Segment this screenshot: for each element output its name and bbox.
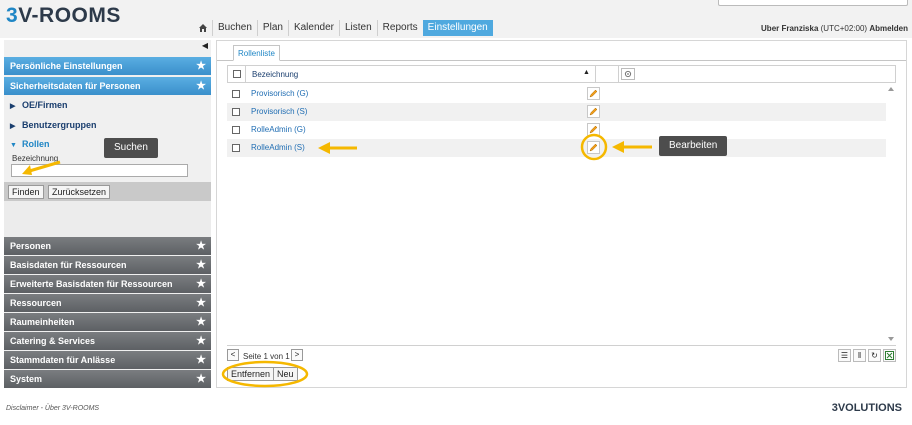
- section-ressourcen[interactable]: Ressourcen ★: [4, 294, 211, 312]
- star-icon[interactable]: ★: [196, 332, 206, 350]
- table-row[interactable]: Provisorisch (G): [227, 85, 886, 103]
- table-scrollbar[interactable]: [887, 85, 895, 345]
- user-name: Uber Franziska: [761, 24, 819, 33]
- callout-search: Suchen: [104, 138, 158, 158]
- star-icon[interactable]: ★: [196, 370, 206, 388]
- list-view-icon[interactable]: ☰: [838, 349, 851, 362]
- sidebar: ◀ Persönliche Einstellungen ★ Sicherheits…: [4, 40, 211, 388]
- table-header: Bezeichnung ▲: [227, 65, 896, 83]
- remove-button[interactable]: Entfernen: [227, 367, 275, 381]
- star-icon[interactable]: ★: [196, 57, 206, 75]
- app-logo: 3V-ROOMS: [6, 4, 121, 27]
- row-label[interactable]: Provisorisch (G): [251, 89, 308, 98]
- home-icon[interactable]: [194, 20, 212, 36]
- edit-pencil-icon[interactable]: [587, 123, 600, 136]
- filter-button-bar: Finden Zurücksetzen: [4, 182, 211, 201]
- nav-einstellungen[interactable]: Einstellungen: [422, 20, 493, 36]
- company-logo: 3VOLUTIONS: [831, 402, 902, 414]
- export-excel-icon[interactable]: [883, 349, 896, 362]
- user-timezone: (UTC+02:00): [820, 24, 868, 33]
- row-checkbox[interactable]: [232, 144, 240, 152]
- section-persoenliche-einstellungen[interactable]: Persönliche Einstellungen ★: [4, 57, 211, 75]
- logout-link[interactable]: Abmelden: [869, 24, 908, 33]
- reset-button[interactable]: Zurücksetzen: [48, 185, 111, 199]
- section-raumeinheiten[interactable]: Raumeinheiten ★: [4, 313, 211, 331]
- prev-page-button[interactable]: <: [227, 349, 239, 361]
- tab-rollenliste[interactable]: Rollenliste: [233, 45, 280, 61]
- section-stammdaten[interactable]: Stammdaten für Anlässe ★: [4, 351, 211, 369]
- nav-plan[interactable]: Plan: [256, 20, 288, 36]
- next-page-button[interactable]: >: [291, 349, 303, 361]
- row-label[interactable]: RolleAdmin (G): [251, 125, 306, 134]
- star-icon[interactable]: ★: [196, 77, 206, 95]
- edit-pencil-icon[interactable]: [587, 87, 600, 100]
- star-icon[interactable]: ★: [196, 237, 206, 255]
- columns-icon[interactable]: ‖: [853, 349, 866, 362]
- star-icon[interactable]: ★: [196, 256, 206, 274]
- row-checkbox[interactable]: [232, 126, 240, 134]
- select-all-checkbox[interactable]: [233, 70, 241, 78]
- star-icon[interactable]: ★: [196, 351, 206, 369]
- user-info: Uber Franziska (UTC+02:00) Abmelden: [761, 24, 908, 33]
- table-row[interactable]: Provisorisch (S): [227, 103, 886, 121]
- nav-listen[interactable]: Listen: [338, 20, 377, 36]
- chevron-right-icon: ▶: [10, 103, 16, 110]
- sidebar-item-benutzergruppen[interactable]: ▶ Benutzergruppen: [10, 120, 97, 130]
- star-icon[interactable]: ★: [196, 313, 206, 331]
- top-bar: 3V-ROOMS Buchen Plan Kalender Listen Rep…: [0, 0, 912, 38]
- table-row[interactable]: RolleAdmin (G): [227, 121, 886, 139]
- footer-links[interactable]: Disclaimer - Über 3V-ROOMS: [6, 405, 99, 412]
- main-panel: Rollenliste Bezeichnung ▲ Provisorisch (…: [216, 40, 907, 388]
- chevron-down-icon: ▼: [10, 142, 17, 149]
- edit-pencil-icon[interactable]: [587, 141, 600, 154]
- star-icon[interactable]: ★: [196, 294, 206, 312]
- pager: < Seite 1 von 1 > ☰ ‖ ↻: [227, 349, 896, 365]
- nav-kalender[interactable]: Kalender: [287, 20, 339, 36]
- pager-divider: [227, 345, 896, 346]
- callout-edit: Bearbeiten: [659, 136, 728, 156]
- sidebar-item-rollen[interactable]: ▼ Rollen: [10, 139, 50, 149]
- main-nav: Buchen Plan Kalender Listen Reports Eins…: [194, 20, 493, 36]
- edit-pencil-icon[interactable]: [587, 105, 600, 118]
- bezeichnung-input[interactable]: [11, 164, 188, 177]
- row-checkbox[interactable]: [232, 108, 240, 116]
- grid-tools: ☰ ‖ ↻: [838, 349, 896, 362]
- star-icon[interactable]: ★: [196, 275, 206, 293]
- column-settings-icon[interactable]: [621, 68, 635, 80]
- section-catering[interactable]: Catering & Services ★: [4, 332, 211, 350]
- sidebar-spacer: [4, 201, 211, 237]
- nav-reports[interactable]: Reports: [376, 20, 423, 36]
- row-checkbox[interactable]: [232, 90, 240, 98]
- section-basisdaten[interactable]: Basisdaten für Ressourcen ★: [4, 256, 211, 274]
- table-row[interactable]: RolleAdmin (S): [227, 139, 886, 157]
- section-sicherheitsdaten[interactable]: Sicherheitsdaten für Personen ★: [4, 77, 211, 95]
- refresh-icon[interactable]: ↻: [868, 349, 881, 362]
- row-label[interactable]: Provisorisch (S): [251, 107, 307, 116]
- nav-buchen[interactable]: Buchen: [212, 20, 257, 36]
- global-search-input[interactable]: [718, 0, 908, 6]
- section-personen[interactable]: Personen ★: [4, 237, 211, 255]
- new-button[interactable]: Neu: [273, 367, 298, 381]
- find-button[interactable]: Finden: [8, 185, 44, 199]
- chevron-right-icon: ▶: [10, 123, 16, 130]
- page-indicator: Seite 1 von 1: [243, 352, 290, 361]
- section-system[interactable]: System ★: [4, 370, 211, 388]
- collapse-sidebar-icon[interactable]: ◀: [202, 41, 208, 50]
- section-erweiterte-basisdaten[interactable]: Erweiterte Basisdaten für Ressourcen ★: [4, 275, 211, 293]
- tab-divider: [217, 60, 906, 61]
- row-label[interactable]: RolleAdmin (S): [251, 143, 305, 152]
- bezeichnung-label: Bezeichnung: [12, 154, 59, 163]
- sidebar-item-oe-firmen[interactable]: ▶ OE/Firmen: [10, 100, 68, 110]
